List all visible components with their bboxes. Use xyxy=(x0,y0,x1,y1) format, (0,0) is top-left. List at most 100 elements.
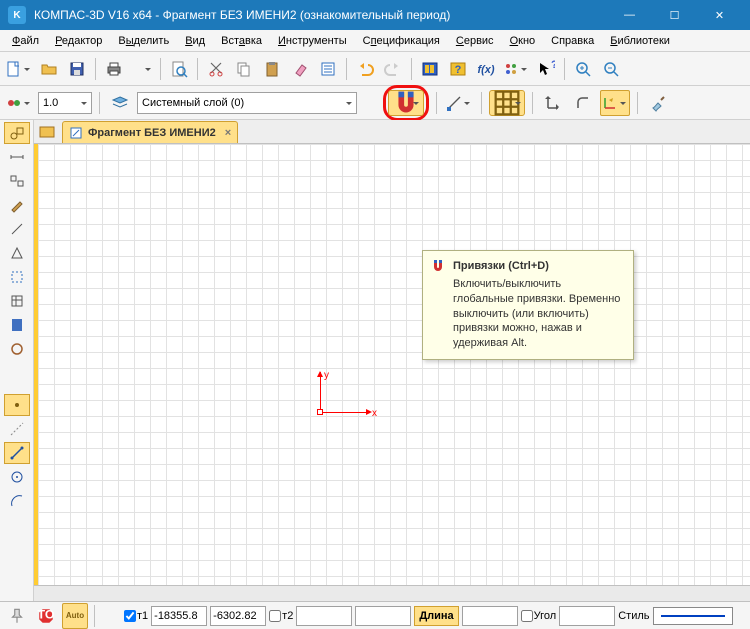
spec-tool[interactable] xyxy=(4,290,30,312)
tooltip-body: Включить/выключить глобальные привязки. … xyxy=(453,277,625,351)
paste-button[interactable] xyxy=(259,56,285,82)
measure-tool[interactable] xyxy=(4,242,30,264)
app-icon: K xyxy=(8,6,26,24)
point2-checkbox[interactable] xyxy=(269,610,281,622)
layer-combo[interactable]: Системный слой (0) xyxy=(137,92,357,114)
layers-button[interactable] xyxy=(107,90,133,116)
style-swatch[interactable] xyxy=(653,607,733,625)
open-button[interactable] xyxy=(36,56,62,82)
report-tool[interactable] xyxy=(4,314,30,336)
length-field[interactable] xyxy=(462,606,518,626)
horizontal-scrollbar[interactable] xyxy=(34,585,750,601)
edit-tool[interactable] xyxy=(4,194,30,216)
pin-button[interactable] xyxy=(4,603,30,629)
point2-x-field[interactable] xyxy=(296,606,352,626)
variables-button[interactable]: ? xyxy=(445,56,471,82)
tab-label: Фрагмент БЕЗ ИМЕНИ2 xyxy=(88,127,216,139)
print-dropdown[interactable] xyxy=(129,56,155,82)
geometry-tool[interactable] xyxy=(4,122,30,144)
menu-select[interactable]: Выделить xyxy=(112,33,175,49)
auto-label: Auto xyxy=(66,611,84,620)
scale-combo[interactable]: 1.0 xyxy=(38,92,92,114)
snap-button[interactable] xyxy=(388,90,424,116)
scale-value: 1.0 xyxy=(43,97,58,109)
save-button[interactable] xyxy=(64,56,90,82)
text-tool[interactable] xyxy=(4,170,30,192)
select-tool[interactable] xyxy=(4,266,30,288)
copy-button[interactable] xyxy=(231,56,257,82)
secondary-toolbar: 1.0 Системный слой (0) xyxy=(0,86,750,120)
circle-tool[interactable] xyxy=(4,466,30,488)
brush-button[interactable] xyxy=(645,90,671,116)
stop-button[interactable]: STOP xyxy=(33,603,59,629)
point1-y-field[interactable] xyxy=(210,606,266,626)
menu-service[interactable]: Сервис xyxy=(450,33,500,49)
cut-button[interactable] xyxy=(203,56,229,82)
menu-file[interactable]: Файл xyxy=(6,33,45,49)
segment-tool[interactable] xyxy=(4,442,30,464)
grid-button[interactable] xyxy=(489,90,525,116)
y-axis-label: y xyxy=(324,370,329,381)
tooltip-magnet-icon xyxy=(429,257,447,275)
help-pointer-button[interactable]: ? xyxy=(533,56,559,82)
library-button[interactable] xyxy=(417,56,443,82)
document-tab[interactable]: Фрагмент БЕЗ ИМЕНИ2 × xyxy=(62,121,238,143)
menu-insert[interactable]: Вставка xyxy=(215,33,268,49)
point1-checkbox[interactable] xyxy=(124,610,136,622)
print-button[interactable] xyxy=(101,56,127,82)
param-tool[interactable] xyxy=(4,218,30,240)
zoom-in-button[interactable] xyxy=(570,56,596,82)
point-tool[interactable] xyxy=(4,394,30,416)
new-button[interactable] xyxy=(4,56,34,82)
point2-label: т2 xyxy=(269,610,293,622)
length-tab[interactable]: Длина xyxy=(414,606,458,626)
properties-button[interactable] xyxy=(315,56,341,82)
preview-button[interactable] xyxy=(166,56,192,82)
fx-button[interactable]: f(x) xyxy=(473,56,499,82)
menu-bar: Файл Редактор Выделить Вид Вставка Инстр… xyxy=(0,30,750,52)
canvas-grid xyxy=(38,144,750,585)
menu-spec[interactable]: Спецификация xyxy=(357,33,446,49)
document-tabs: Фрагмент БЕЗ ИМЕНИ2 × xyxy=(34,120,750,144)
minimize-button[interactable]: — xyxy=(607,0,652,30)
round-button[interactable] xyxy=(570,90,596,116)
drawing-canvas[interactable]: y x xyxy=(34,144,750,585)
tab-close-icon[interactable]: × xyxy=(225,127,231,139)
main-column: Фрагмент БЕЗ ИМЕНИ2 × y x xyxy=(34,120,750,601)
title-bar: K КОМПАС-3D V16 x64 - Фрагмент БЕЗ ИМЕНИ… xyxy=(0,0,750,30)
tab-nav-icon[interactable] xyxy=(38,123,56,141)
svg-text:STOP: STOP xyxy=(37,607,55,621)
style-label: Стиль xyxy=(618,610,649,622)
zoom-out-button[interactable] xyxy=(598,56,624,82)
attach-tool[interactable] xyxy=(4,338,30,360)
eraser-button[interactable] xyxy=(287,56,313,82)
svg-text:?: ? xyxy=(551,60,555,71)
menu-window[interactable]: Окно xyxy=(504,33,542,49)
menu-help[interactable]: Справка xyxy=(545,33,600,49)
menu-libs[interactable]: Библиотеки xyxy=(604,33,676,49)
fragment-icon xyxy=(69,126,83,140)
aux-line-tool[interactable] xyxy=(4,418,30,440)
svg-text:?: ? xyxy=(455,64,462,76)
state-button[interactable] xyxy=(4,90,34,116)
auto-button[interactable]: Auto xyxy=(62,603,88,629)
menu-view[interactable]: Вид xyxy=(179,33,211,49)
ortho-button[interactable] xyxy=(540,90,566,116)
x-axis-label: x xyxy=(372,408,377,419)
angle-field[interactable] xyxy=(559,606,615,626)
params-geom-button[interactable] xyxy=(444,90,474,116)
point2-y-field[interactable] xyxy=(355,606,411,626)
main-toolbar: ? f(x) ? xyxy=(0,52,750,86)
manager-button[interactable] xyxy=(501,56,531,82)
dimension-tool[interactable] xyxy=(4,146,30,168)
redo-button[interactable] xyxy=(380,56,406,82)
point1-x-field[interactable] xyxy=(151,606,207,626)
menu-edit[interactable]: Редактор xyxy=(49,33,108,49)
menu-tools[interactable]: Инструменты xyxy=(272,33,353,49)
close-button[interactable]: ✕ xyxy=(697,0,742,30)
local-cs-button[interactable] xyxy=(600,90,630,116)
maximize-button[interactable]: ☐ xyxy=(652,0,697,30)
arc-tool[interactable] xyxy=(4,490,30,512)
angle-checkbox[interactable] xyxy=(521,610,533,622)
undo-button[interactable] xyxy=(352,56,378,82)
